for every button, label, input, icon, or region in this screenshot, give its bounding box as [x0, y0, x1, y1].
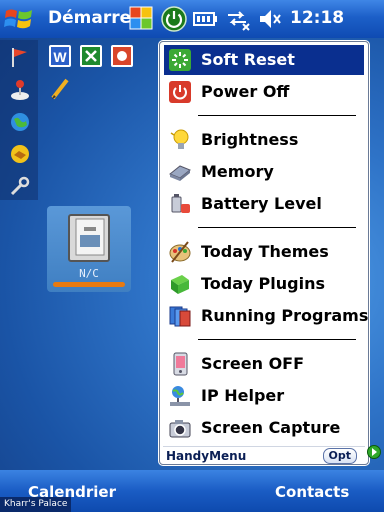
camera-icon	[169, 420, 191, 438]
menu-item-label: Today Plugins	[201, 274, 325, 293]
handshake-icon[interactable]	[8, 142, 32, 166]
plugin-icon	[171, 275, 189, 294]
menu-footer: HandyMenu Opt	[163, 446, 365, 464]
options-button[interactable]: Opt	[322, 448, 357, 464]
powerpoint-icon[interactable]	[109, 43, 135, 69]
multitask-icon[interactable]	[128, 5, 156, 33]
menu-separator	[198, 339, 356, 340]
widget-caption: N/C	[79, 267, 99, 280]
menu-item-label: Today Themes	[201, 242, 329, 261]
menu-separator	[198, 227, 356, 228]
memory-icon	[169, 165, 191, 181]
menu-separator	[198, 115, 356, 116]
memory-card-icon	[68, 214, 110, 262]
menu-item-running-programs[interactable]: Running Programs	[164, 301, 368, 331]
menu-item-label: Battery Level	[201, 194, 322, 213]
menu-item-label: IP Helper	[201, 386, 285, 405]
programs-icon	[169, 306, 191, 327]
menu-item-brightness[interactable]: Brightness	[164, 125, 364, 155]
menu-item-ip-helper[interactable]: IP Helper	[164, 381, 364, 411]
menu-item-screen-off[interactable]: Screen OFF	[164, 349, 364, 379]
menu-item-power-off[interactable]: Power Off	[164, 77, 364, 107]
menu-item-memory[interactable]: Memory	[164, 157, 364, 187]
menu-item-label: Screen Capture	[201, 418, 341, 437]
battery-icon[interactable]	[192, 5, 220, 33]
menu-item-today-themes[interactable]: Today Themes	[164, 237, 364, 267]
battery-level-icon	[171, 194, 190, 213]
clock[interactable]: 12:18	[290, 8, 344, 28]
today-shortcut-strip	[0, 40, 38, 200]
flag-icon[interactable]	[8, 45, 32, 69]
menu-item-label: Soft Reset	[201, 50, 295, 69]
title-bar: Démarrer 12:18	[0, 0, 384, 38]
menu-title: HandyMenu	[166, 449, 247, 463]
tools-icon[interactable]	[8, 174, 32, 198]
today-screen: Démarrer 12:18	[0, 0, 384, 512]
menu-item-today-plugins[interactable]: Today Plugins	[164, 269, 364, 299]
pen-icon[interactable]	[47, 76, 73, 102]
menu-item-label: Running Programs	[201, 306, 369, 325]
phone-screen-icon	[173, 352, 188, 376]
power-icon[interactable]	[160, 5, 188, 33]
menu-item-screen-capture[interactable]: Screen Capture	[164, 413, 364, 443]
word-icon[interactable]: W	[47, 43, 73, 69]
menu-item-label: Power Off	[201, 82, 290, 101]
start-menu-button[interactable]: Démarrer	[48, 8, 130, 28]
menu-item-label: Brightness	[201, 130, 299, 149]
power-off-icon	[169, 81, 191, 103]
lightbulb-icon	[170, 129, 189, 149]
svg-text:W: W	[53, 49, 67, 65]
watermark-credit: Kharr's Palace	[0, 497, 72, 512]
connectivity-icon[interactable]	[224, 5, 252, 33]
menu-item-label: Memory	[201, 162, 274, 181]
globe-icon[interactable]	[8, 110, 32, 134]
excel-icon[interactable]	[78, 43, 104, 69]
reset-icon	[169, 49, 191, 71]
network-icon	[170, 386, 190, 406]
volume-icon[interactable]	[256, 5, 284, 33]
joystick-icon[interactable]	[8, 78, 32, 102]
menu-item-soft-reset[interactable]: Soft Reset	[164, 45, 364, 75]
widget-progress-bar	[53, 282, 125, 287]
menu-item-label: Screen OFF	[201, 354, 305, 373]
memory-widget[interactable]: N/C	[47, 206, 131, 292]
palette-icon	[169, 241, 191, 263]
windows-flag-icon[interactable]	[4, 6, 34, 32]
menu-item-battery-level[interactable]: Battery Level	[164, 189, 364, 219]
menu-arrow-icon[interactable]	[367, 443, 381, 461]
handy-menu: Soft Reset Power Off Brightness Memory B…	[159, 41, 369, 465]
right-soft-key[interactable]: Contacts	[275, 483, 349, 501]
